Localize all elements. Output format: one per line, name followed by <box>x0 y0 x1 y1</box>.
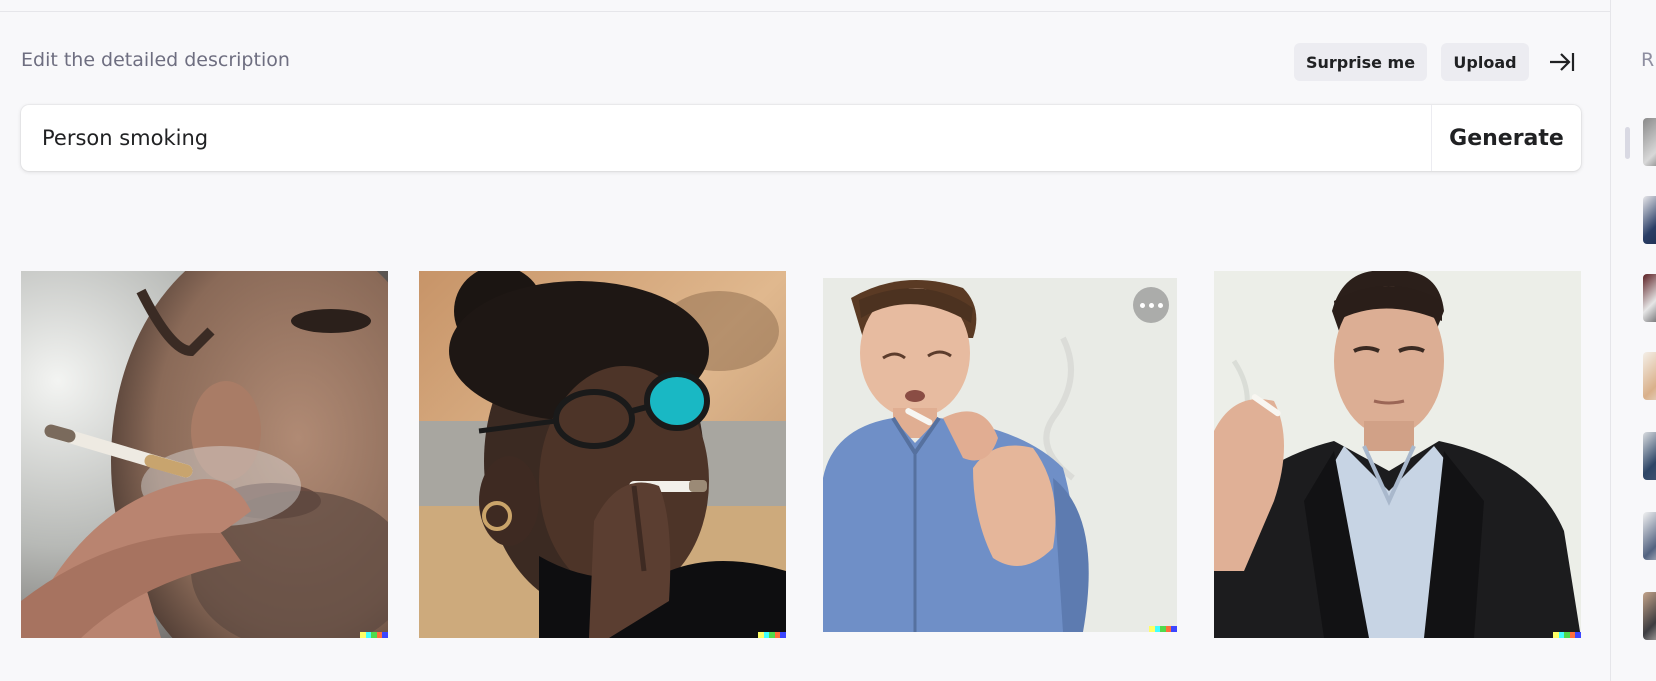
result-image-2[interactable] <box>419 271 786 638</box>
scrollbar[interactable] <box>1625 127 1630 159</box>
prompt-input[interactable] <box>21 105 1431 171</box>
generate-button[interactable]: Generate <box>1432 105 1581 171</box>
history-thumbnail[interactable] <box>1643 592 1656 640</box>
history-thumbnail[interactable] <box>1643 196 1656 244</box>
signature-mark <box>758 632 786 638</box>
signature-mark <box>1553 632 1581 638</box>
result-image-1[interactable] <box>21 271 388 638</box>
upload-button[interactable]: Upload <box>1441 43 1529 81</box>
history-thumbnail[interactable] <box>1643 432 1656 480</box>
prompt-bar: Generate <box>21 105 1581 171</box>
history-thumbnail[interactable] <box>1643 352 1656 400</box>
history-thumbnail[interactable] <box>1643 512 1656 560</box>
collapse-sidebar-icon[interactable] <box>1546 48 1576 76</box>
history-thumbnail[interactable] <box>1643 274 1656 322</box>
history-thumbnail[interactable] <box>1643 118 1656 166</box>
history-panel: R <box>1610 0 1656 681</box>
history-panel-heading: R <box>1641 49 1655 71</box>
main-area: Edit the detailed description Surprise m… <box>0 0 1610 681</box>
more-options-button[interactable] <box>1133 287 1169 323</box>
signature-mark <box>1149 626 1177 632</box>
surprise-me-button[interactable]: Surprise me <box>1294 43 1427 81</box>
signature-mark <box>360 632 388 638</box>
page-title: Edit the detailed description <box>21 49 290 71</box>
result-image-4[interactable] <box>1214 271 1581 638</box>
result-image-3[interactable] <box>823 278 1177 632</box>
